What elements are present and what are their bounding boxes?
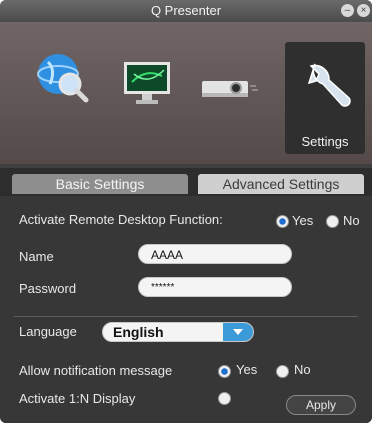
settings-button[interactable]: Settings	[285, 42, 365, 154]
monitor-icon	[124, 62, 170, 104]
q-presenter-window: Q Presenter – × Settings Basic Settings …	[0, 0, 372, 423]
remote-no-radio[interactable]	[326, 215, 339, 228]
notification-label: Allow notification message	[19, 363, 173, 378]
remote-yes-label: Yes	[292, 213, 314, 228]
remote-yes-radio[interactable]	[276, 215, 289, 228]
language-select[interactable]: English	[102, 322, 254, 342]
name-field[interactable]: AAAA	[138, 244, 292, 264]
language-label: Language	[19, 324, 77, 339]
monitor-button[interactable]	[122, 38, 194, 148]
display-toggle-radio[interactable]	[218, 392, 231, 405]
notification-yes-label: Yes	[236, 362, 258, 377]
projector-icon	[202, 81, 258, 97]
search-globe-icon	[37, 54, 89, 103]
notification-yes-radio[interactable]	[218, 365, 231, 378]
password-label: Password	[19, 281, 77, 296]
title-bar: Q Presenter – ×	[0, 0, 372, 22]
search-globe-button[interactable]	[30, 38, 102, 148]
close-icon[interactable]: ×	[357, 4, 370, 17]
apply-button[interactable]: Apply	[286, 395, 356, 415]
tab-advanced-settings[interactable]: Advanced Settings	[198, 174, 364, 194]
wrench-icon	[307, 63, 351, 107]
minimize-icon[interactable]: –	[341, 4, 354, 17]
settings-label: Settings	[301, 134, 349, 149]
remote-no-label: No	[343, 213, 360, 228]
tab-basic-settings[interactable]: Basic Settings	[12, 174, 188, 194]
password-field[interactable]: ******	[138, 277, 292, 297]
chevron-down-icon[interactable]	[223, 323, 253, 341]
remote-desktop-label: Activate Remote Desktop Function:	[19, 212, 223, 227]
notification-no-label: No	[294, 362, 311, 377]
name-label: Name	[19, 249, 54, 264]
settings-tabs: Basic Settings Advanced Settings	[0, 168, 372, 196]
basic-settings-panel: Activate Remote Desktop Function: Yes No…	[0, 196, 372, 423]
projector-button[interactable]	[200, 38, 272, 148]
language-value: English	[113, 324, 164, 340]
main-toolbar: Settings	[0, 22, 372, 164]
display-label: Activate 1:N Display	[19, 391, 136, 406]
divider	[14, 316, 358, 317]
window-title: Q Presenter	[150, 3, 222, 18]
notification-no-radio[interactable]	[276, 365, 289, 378]
